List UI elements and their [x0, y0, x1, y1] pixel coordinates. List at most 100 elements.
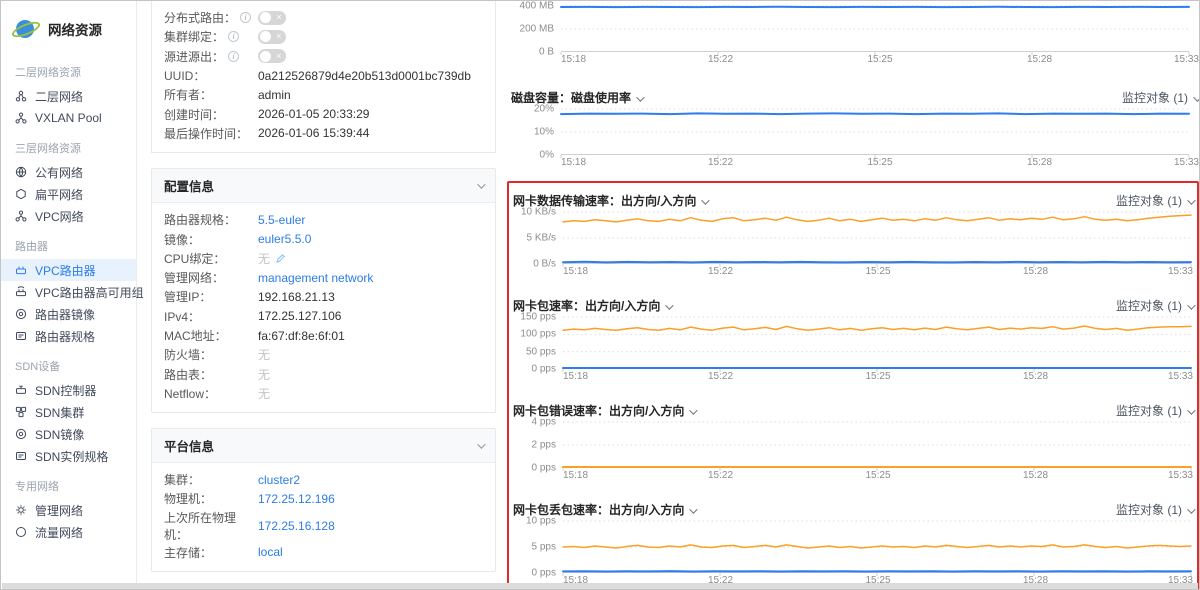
edit-pencil-icon[interactable] [275, 253, 286, 264]
detail-row: 最后操作时间：2026-01-06 15:39:44 [164, 124, 483, 143]
field-label: 上次所在物理机： [164, 509, 258, 543]
field-value[interactable]: local [258, 545, 283, 559]
toggle-switch-off[interactable]: × [258, 30, 286, 44]
chart-canvas [561, 6, 1189, 52]
sidebar-item-公有网络[interactable]: 公有网络 [1, 161, 136, 183]
field-label: 源进源出：i [164, 48, 258, 65]
y-axis-tick-label: 100 pps [520, 329, 563, 340]
y-axis-tick-label: 400 MB [520, 1, 561, 12]
collapse-chevron-icon[interactable] [477, 440, 485, 448]
platform-card-header: 平台信息 [152, 429, 495, 463]
y-axis-tick-label: 4 pps [532, 417, 563, 428]
toggle-switch-off[interactable]: × [258, 11, 286, 25]
field-value[interactable]: euler5.5.0 [258, 232, 311, 246]
monitor-object-dropdown[interactable]: 监控对象 (1) [1116, 402, 1193, 419]
x-axis-tick-label: 15:25 [865, 470, 890, 481]
field-value: 192.168.21.13 [258, 290, 335, 304]
info-icon[interactable]: i [240, 12, 251, 23]
field-value: 172.25.127.106 [258, 309, 341, 323]
detail-row: 集群：cluster2 [164, 470, 483, 489]
field-value[interactable]: 5.5-euler [258, 213, 305, 227]
field-value[interactable]: 172.25.12.196 [258, 492, 335, 506]
x-axis-tick-label: 15:22 [708, 371, 733, 382]
monitor-object-dropdown[interactable]: 监控对象 (1) [1116, 192, 1193, 209]
chart-canvas [563, 317, 1191, 369]
x-axis-tick-label: 15:18 [563, 470, 588, 481]
sidebar-item-二层网络[interactable]: 二层网络 [1, 85, 136, 107]
field-value: 无 [258, 385, 270, 402]
x-axis-tick-label: 15:18 [563, 371, 588, 382]
sidebar-item-路由器镜像[interactable]: 路由器镜像 [1, 303, 136, 325]
sidebar-item-label: 路由器镜像 [35, 306, 95, 323]
monitor-object-dropdown[interactable]: 监控对象 (1) [1122, 89, 1199, 106]
sidebar-item-sdn镜像[interactable]: SDN镜像 [1, 423, 136, 445]
sidebar-item-sdn控制器[interactable]: SDN控制器 [1, 379, 136, 401]
chart-plot: 10 pps5 pps0 pps [563, 521, 1193, 573]
x-axis-tick-label: 15:25 [865, 266, 890, 277]
sidebar-item-vpc网络[interactable]: VPC网络 [1, 205, 136, 227]
sidebar-item-label: SDN镜像 [35, 426, 84, 443]
sidebar-item-流量网络[interactable]: 流量网络 [1, 521, 136, 543]
x-axis-tick-label: 15:33 [1168, 266, 1193, 277]
horizontal-scrollbar[interactable] [2, 583, 1198, 589]
sidebar-item-管理网络[interactable]: 管理网络 [1, 499, 136, 521]
chevron-down-icon [1187, 196, 1195, 204]
x-axis-tick-label: 15:22 [708, 266, 733, 277]
chart-canvas [563, 422, 1191, 468]
spec-icon [15, 450, 27, 462]
chart-header: 网卡包丢包速率：出方向/入方向监控对象 (1) [513, 501, 1193, 518]
sidebar-item-路由器规格[interactable]: 路由器规格 [1, 325, 136, 347]
detail-row: IPv4：172.25.127.106 [164, 307, 483, 326]
sidebar-group-label: 路由器 [1, 227, 136, 259]
overview-card: 分布式路由：i×集群绑定：i×源进源出：i×UUID：0a212526879d4… [151, 1, 496, 153]
sidebar-item-vxlan-pool[interactable]: VXLAN Pool [1, 107, 136, 129]
gear-icon [15, 504, 27, 516]
sidebar-item-sdn集群[interactable]: SDN集群 [1, 401, 136, 423]
info-icon[interactable]: i [228, 31, 239, 42]
field-value: admin [258, 88, 291, 102]
x-axis-tick-label: 15:22 [708, 157, 733, 168]
field-label: Netflow： [164, 385, 258, 402]
detail-row: 镜像：euler5.5.0 [164, 229, 483, 248]
x-axis-labels: 15:1815:2215:2515:2815:33 [563, 369, 1193, 382]
sidebar: 网络资源 二层网络资源二层网络VXLAN Pool三层网络资源公有网络扁平网络V… [1, 1, 137, 585]
collapse-chevron-icon[interactable] [477, 180, 485, 188]
sidebar-item-label: 流量网络 [35, 524, 83, 541]
sidebar-item-vpc路由器高可用组[interactable]: VPC路由器高可用组 [1, 281, 136, 303]
platform-card-title: 平台信息 [164, 436, 214, 455]
chart-title-dropdown[interactable]: 磁盘容量：磁盘使用率 [511, 89, 642, 106]
router-icon [15, 264, 27, 276]
field-value[interactable]: cluster2 [258, 473, 300, 487]
y-axis-tick-label: 50 pps [526, 346, 563, 357]
field-value[interactable]: 172.25.16.128 [258, 519, 335, 533]
sidebar-item-扁平网络[interactable]: 扁平网络 [1, 183, 136, 205]
detail-row: 物理机：172.25.12.196 [164, 489, 483, 508]
mirror-icon [15, 428, 27, 440]
chart-canvas [563, 521, 1191, 573]
monitor-object-dropdown[interactable]: 监控对象 (1) [1116, 501, 1193, 518]
field-value: 无 [258, 366, 270, 383]
chart-plot: 10 KB/s5 KB/s0 B/s [563, 212, 1193, 264]
cluster-icon [15, 406, 27, 418]
field-label: UUID： [164, 67, 258, 84]
x-axis-tick-label: 15:28 [1023, 470, 1048, 481]
chevron-down-icon [1193, 93, 1200, 101]
monitor-column: 400 MB200 MB0 B15:1815:2215:2515:2815:33… [511, 1, 1199, 590]
chevron-down-icon [636, 93, 644, 101]
sidebar-group-label: SDN设备 [1, 347, 136, 379]
sidebar-item-vpc路由器[interactable]: VPC路由器 [1, 259, 136, 281]
chart-网卡包错误速率: 网卡包错误速率：出方向/入方向监控对象 (1)4 pps2 pps0 pps15… [513, 402, 1193, 481]
field-value: 无 [258, 250, 286, 267]
config-card-title: 配置信息 [164, 176, 214, 195]
toggle-switch-off[interactable]: × [258, 49, 286, 63]
x-axis-tick-label: 15:33 [1168, 371, 1193, 382]
monitor-object-dropdown[interactable]: 监控对象 (1) [1116, 297, 1193, 314]
sidebar-item-sdn实例规格[interactable]: SDN实例规格 [1, 445, 136, 467]
chart-plot: 20%10%0% [561, 109, 1199, 155]
chevron-down-icon [690, 505, 698, 513]
info-icon[interactable]: i [228, 51, 239, 62]
detail-row: 管理IP：192.168.21.13 [164, 287, 483, 306]
sidebar-item-label: SDN控制器 [35, 382, 96, 399]
sidebar-item-label: 二层网络 [35, 88, 83, 105]
field-value[interactable]: management network [258, 271, 373, 285]
